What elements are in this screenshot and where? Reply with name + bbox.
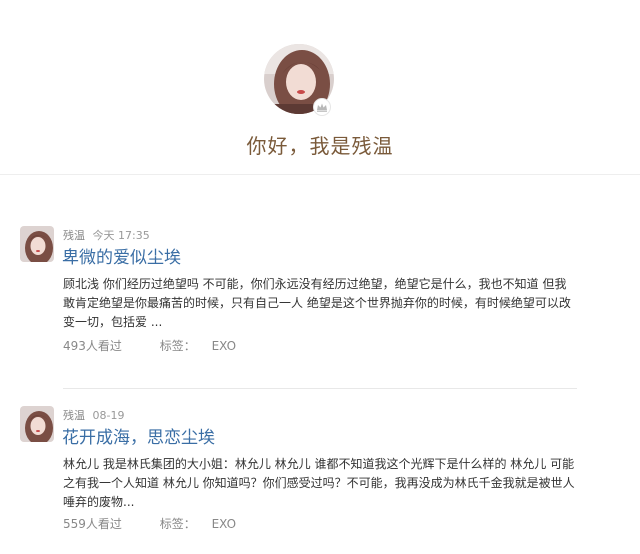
crown-icon <box>313 98 331 116</box>
post-views: 559人看过 <box>63 517 122 531</box>
post-tag-link[interactable]: EXO <box>212 517 236 531</box>
post-views: 493人看过 <box>63 339 122 353</box>
post-meta: 残温 今天 17:35 <box>63 228 150 244</box>
post-footer: 559人看过 标签： EXO <box>63 515 236 533</box>
post-tag-label: 标签： <box>159 517 196 531</box>
post-author[interactable]: 残温 <box>63 409 85 422</box>
profile-header: 你好，我是残温 <box>0 0 640 175</box>
post-time: 08-19 <box>92 409 125 422</box>
post-excerpt: 顾北浅 你们经历过绝望吗 不可能，你们永远没有经历过绝望，绝望它是什么，我也不知… <box>63 277 571 329</box>
profile-name: 你好，我是残温 <box>246 134 394 158</box>
post-avatar[interactable] <box>20 406 54 442</box>
post-tag-label: 标签： <box>159 339 196 353</box>
post-time: 今天 17:35 <box>92 229 150 242</box>
post-tag-link[interactable]: EXO <box>212 339 236 353</box>
post-meta: 残温 08-19 <box>63 408 124 424</box>
post-title-link[interactable]: 卑微的爱似尘埃 <box>62 246 181 270</box>
post-divider <box>63 388 577 389</box>
post-author[interactable]: 残温 <box>63 229 85 242</box>
post-title-link[interactable]: 花开成海，思恋尘埃 <box>62 426 215 450</box>
post-avatar[interactable] <box>20 226 54 262</box>
post-footer: 493人看过 标签： EXO <box>63 337 236 355</box>
post-excerpt: 林允儿 我是林氏集团的大小姐：林允儿 林允儿 谁都不知道我这个光辉下是什么样的 … <box>63 457 575 509</box>
